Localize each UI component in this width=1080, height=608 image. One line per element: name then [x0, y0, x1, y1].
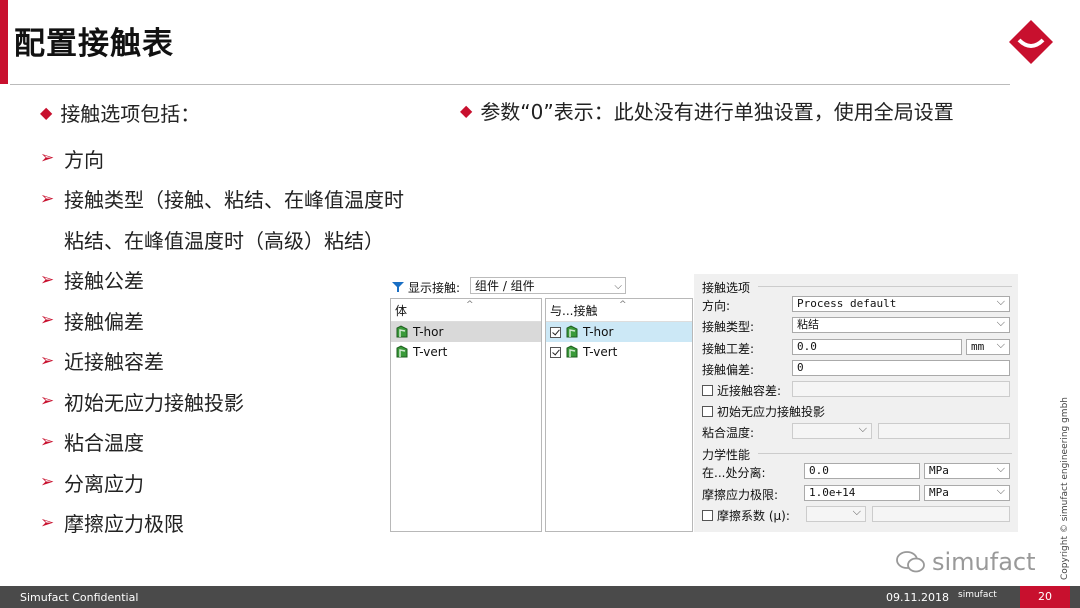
- list-item: ➢ 接触公差: [40, 269, 144, 294]
- body-part-icon: [566, 325, 578, 338]
- bonding-temperature-label: 粘合温度:: [702, 426, 755, 440]
- slide-footer: Simufact Confidential 09.11.2018 simufac…: [0, 586, 1080, 608]
- list-item: ➢ 接触偏差: [40, 309, 144, 334]
- list-item-continuation: 粘结、在峰值温度时（高级）粘结）: [64, 228, 384, 253]
- mechanical-group-title: 力学性能: [702, 448, 751, 462]
- arrow-bullet-icon: ➢: [40, 512, 55, 533]
- friction-coefficient-checkbox[interactable]: [702, 510, 713, 521]
- sort-arrow-icon: ^: [619, 300, 627, 310]
- direction-select[interactable]: Process default: [792, 295, 1010, 312]
- stress-free-projection-option: 初始无应力接触投影: [702, 403, 825, 420]
- option-list: ➢ 方向 ➢ 接触类型（接触、粘结、在峰值温度时 粘结、在峰值温度时（高级）粘结） …: [40, 138, 404, 543]
- contact-offset-input[interactable]: 0: [792, 360, 1010, 376]
- filter-bar: 显示接触:: [392, 278, 460, 296]
- footer-brand: simufact: [958, 590, 997, 600]
- arrow-bullet-icon: ➢: [40, 188, 55, 209]
- separation-input[interactable]: 0.0: [804, 463, 920, 479]
- arrow-bullet-icon: ➢: [40, 431, 55, 452]
- arrow-bullet-icon: ➢: [40, 148, 55, 169]
- contact-options-group-title: 接触选项: [702, 281, 751, 295]
- table-row[interactable]: T-vert: [391, 342, 541, 362]
- arrow-bullet-icon: ➢: [40, 391, 55, 412]
- list-item: ➢ 初始无应力接触投影: [40, 390, 244, 415]
- confidential-label: Simufact Confidential: [20, 591, 139, 604]
- group-divider: [758, 286, 1012, 287]
- friction-coefficient-input: [872, 506, 1010, 522]
- separation-label: 在...处分离:: [702, 466, 766, 480]
- arrow-bullet-icon: ➢: [40, 472, 55, 493]
- footer-date: 09.11.2018: [886, 591, 949, 604]
- note-text: 参数“0”表示：此处没有进行单独设置，使用全局设置: [480, 100, 954, 124]
- contact-options-panel: 接触选项 方向: Process default 接触类型: 粘结 接触工差: …: [694, 274, 1018, 532]
- group-divider: [758, 453, 1012, 454]
- diamond-bullet-icon: ◆: [460, 101, 473, 120]
- arrow-bullet-icon: ➢: [40, 310, 55, 331]
- contact-tolerance-label: 接触工差:: [702, 342, 755, 356]
- separation-unit-select[interactable]: MPa: [924, 462, 1010, 479]
- list-item: ➢ 近接触容差: [40, 350, 164, 375]
- title-accent-bar: [0, 0, 8, 84]
- bullet-heading-text: 接触选项包括：: [60, 102, 201, 126]
- body-part-icon: [566, 345, 578, 358]
- list-item: ➢ 粘合温度: [40, 431, 144, 456]
- page-number: 20: [1020, 586, 1070, 608]
- diamond-bullet-icon: ◆: [40, 103, 53, 122]
- body-list[interactable]: ^ 体 T-hor T-vert: [390, 298, 542, 532]
- friction-limit-label: 摩擦应力极限:: [702, 488, 779, 502]
- list-item: ➢ 摩擦应力极限: [40, 512, 184, 537]
- copyright-notice: Copyright © simufact engineering gmbh: [1060, 397, 1070, 580]
- friction-limit-unit-select[interactable]: MPa: [924, 484, 1010, 501]
- table-row[interactable]: T-vert: [546, 342, 692, 362]
- bonding-temperature-select: [792, 422, 872, 439]
- friction-coefficient-option: 摩擦系数 (μ):: [702, 507, 790, 524]
- contact-list[interactable]: ^ 与...接触 T-hor T-vert: [545, 298, 693, 532]
- contact-type-select[interactable]: 粘结: [792, 316, 1010, 333]
- body-column-header[interactable]: ^ 体: [391, 299, 541, 322]
- contact-tolerance-input[interactable]: 0.0: [792, 339, 962, 355]
- list-item: ➢ 方向: [40, 147, 104, 172]
- simufact-logo-icon: [1009, 20, 1053, 64]
- bullet-heading: ◆ 接触选项包括：: [40, 98, 200, 127]
- contact-column-header[interactable]: ^ 与...接触: [546, 299, 692, 322]
- contact-type-label: 接触类型:: [702, 320, 755, 334]
- funnel-icon: [392, 282, 404, 292]
- friction-limit-input[interactable]: 1.0e+14: [804, 485, 920, 501]
- friction-coefficient-select: [806, 505, 866, 522]
- arrow-bullet-icon: ➢: [40, 350, 55, 371]
- near-contact-option: 近接触容差:: [702, 382, 781, 399]
- arrow-bullet-icon: ➢: [40, 269, 55, 290]
- contact-checkbox[interactable]: [550, 346, 561, 358]
- body-part-icon: [396, 345, 408, 358]
- near-contact-checkbox[interactable]: [702, 385, 713, 396]
- table-row[interactable]: T-hor: [391, 322, 541, 342]
- contact-table-screenshot: 显示接触: 组件 / 组件 ⌵ ^ 体 T-hor T-vert ^ 与...接…: [388, 274, 1020, 532]
- stress-free-projection-checkbox[interactable]: [702, 406, 713, 417]
- list-item: ➢ 接触类型（接触、粘结、在峰值温度时: [40, 188, 404, 213]
- near-contact-input: [792, 381, 1010, 397]
- sort-arrow-icon: ^: [466, 300, 474, 310]
- direction-label: 方向:: [702, 299, 731, 313]
- note-bullet: ◆ 参数“0”表示：此处没有进行单独设置，使用全局设置: [460, 96, 954, 125]
- bonding-temperature-input: [878, 423, 1010, 439]
- contact-checkbox[interactable]: [550, 326, 561, 338]
- tolerance-unit-select[interactable]: mm: [966, 338, 1010, 355]
- body-part-icon: [396, 325, 408, 338]
- watermark: simufact: [896, 548, 1036, 576]
- filter-label: 显示接触:: [408, 280, 461, 295]
- table-row[interactable]: T-hor: [546, 322, 692, 342]
- title-divider: [10, 84, 1010, 85]
- contact-offset-label: 接触偏差:: [702, 363, 755, 377]
- wechat-icon: [896, 551, 925, 573]
- page-title: 配置接触表: [14, 26, 174, 62]
- list-item: ➢ 分离应力: [40, 471, 144, 496]
- filter-dropdown[interactable]: 组件 / 组件 ⌵: [470, 277, 626, 294]
